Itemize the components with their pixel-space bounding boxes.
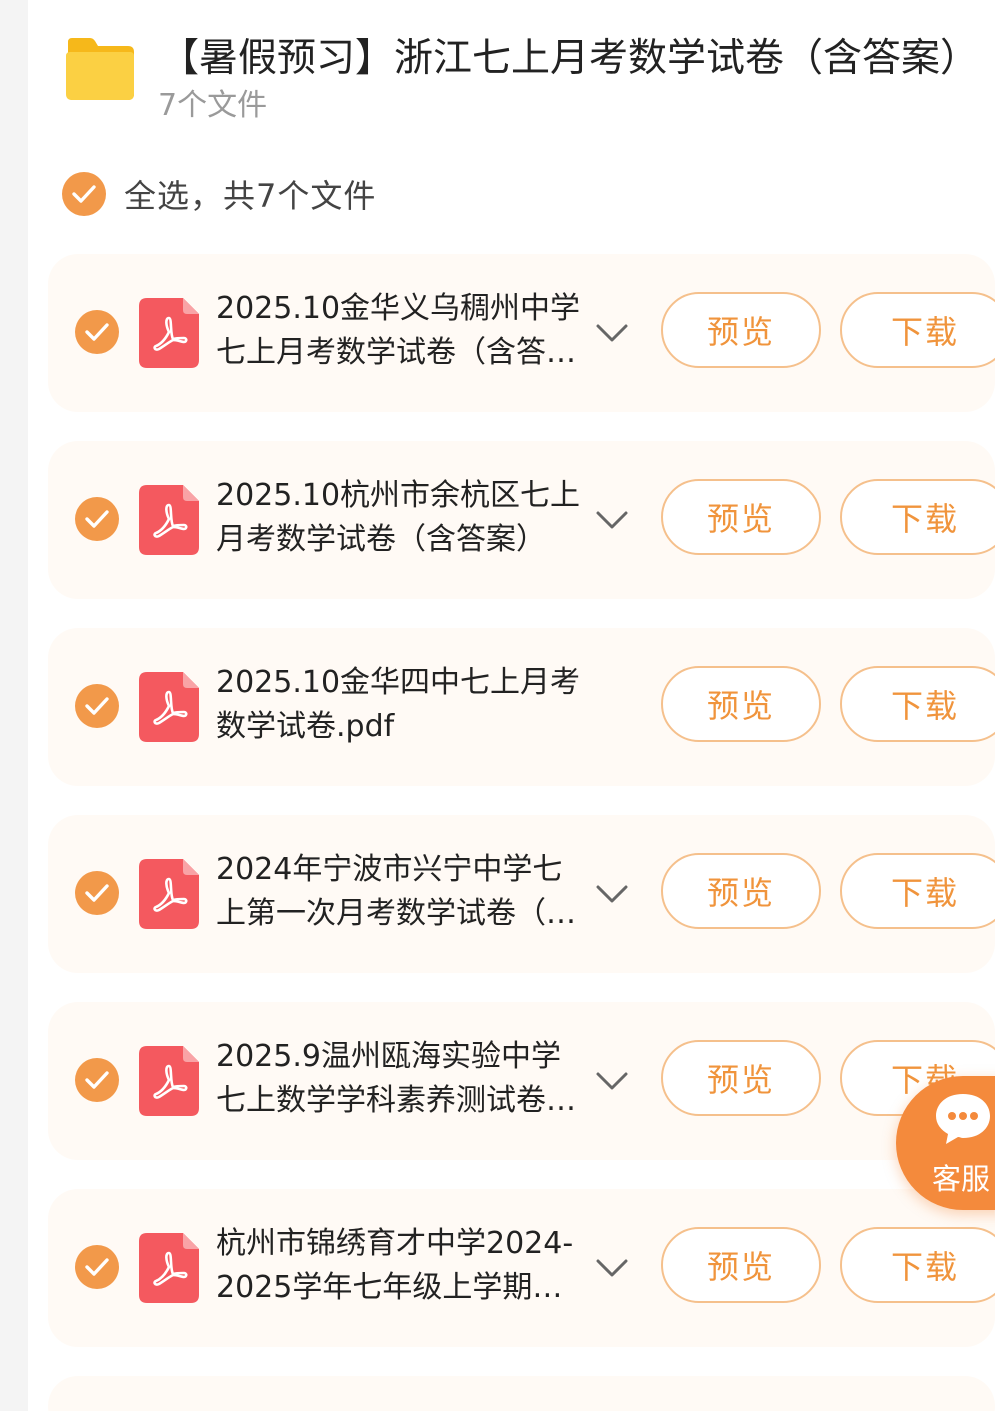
preview-button[interactable]: 预览 [661,1040,821,1116]
pdf-file-icon [139,298,199,368]
customer-service-label: 客服 [932,1162,991,1196]
file-row-1: 2025.10金华义乌稠州中学七上月考数学试卷（含答案） 预览 下载 [48,254,995,412]
check-circle-icon[interactable] [75,310,119,354]
download-button[interactable]: 下载 [840,479,995,555]
preview-button[interactable]: 预览 [661,1227,821,1303]
file-name: 2025.10杭州市余杭区七上月考数学试卷（含答案） [216,478,581,557]
download-button[interactable]: 下载 [840,666,995,742]
file-row-4: 2024年宁波市兴宁中学七上第一次月考数学试卷（含答案） 预览 下载 [48,815,995,973]
chevron-down-icon[interactable] [594,503,630,535]
folder-title: 【暑假预习】浙江七上月考数学试卷（含答案） [160,36,980,81]
folder-icon [66,38,134,100]
pdf-file-icon [139,672,199,742]
preview-button[interactable]: 预览 [661,479,821,555]
pdf-file-icon [139,859,199,929]
chevron-down-icon[interactable] [594,316,630,348]
select-all-toggle[interactable]: 全选，共7个文件 [62,168,376,220]
check-circle-icon[interactable] [75,684,119,728]
folder-detail-page: 【暑假预习】浙江七上月考数学试卷（含答案） 7个文件 全选，共7个文件 2025… [28,0,995,1411]
chevron-down-icon[interactable] [594,877,630,909]
check-circle-icon[interactable] [62,172,106,216]
file-row-6: 杭州市锦绣育才中学2024-2025学年七年级上学期月考数学试卷 预览 下载 [48,1189,995,1347]
pdf-file-icon [139,485,199,555]
check-circle-icon[interactable] [75,497,119,541]
preview-button[interactable]: 预览 [661,853,821,929]
download-button[interactable]: 下载 [840,853,995,929]
chevron-down-icon[interactable] [594,1064,630,1096]
download-button[interactable]: 下载 [840,292,995,368]
file-name: 2025.9温州瓯海实验中学七上数学学科素养测试卷（含答案） [216,1039,561,1118]
chevron-down-icon[interactable] [594,1251,630,1283]
file-name: 2025.10金华义乌稠州中学七上月考数学试卷（含答案） [216,291,581,370]
folder-file-count: 7个文件 [158,88,268,123]
file-row-2: 2025.10杭州市余杭区七上月考数学试卷（含答案） 预览 下载 [48,441,995,599]
download-button[interactable]: 下载 [840,1227,995,1303]
preview-button[interactable]: 预览 [661,292,821,368]
pdf-file-icon [139,1046,199,1116]
check-circle-icon[interactable] [75,1245,119,1289]
file-name: 2024年宁波市兴宁中学七上第一次月考数学试卷（含答案） [216,852,576,931]
file-list: 2025.10金华义乌稠州中学七上月考数学试卷（含答案） 预览 下载 2025.… [48,254,995,1411]
file-row-partial [48,1376,995,1411]
file-name: 2025.10金华四中七上月考数学试卷.pdf [216,665,581,744]
pdf-file-icon [139,1233,199,1303]
check-circle-icon[interactable] [75,1058,119,1102]
check-circle-icon[interactable] [75,871,119,915]
file-row-3: 2025.10金华四中七上月考数学试卷.pdf 预览 下载 [48,628,995,786]
select-all-label: 全选，共7个文件 [124,177,377,215]
file-name: 杭州市锦绣育才中学2024-2025学年七年级上学期月考数学试卷 [216,1226,574,1305]
preview-button[interactable]: 预览 [661,666,821,742]
file-row-5: 2025.9温州瓯海实验中学七上数学学科素养测试卷（含答案） 预览 下载 [48,1002,995,1160]
chat-bubble-icon [936,1094,990,1144]
